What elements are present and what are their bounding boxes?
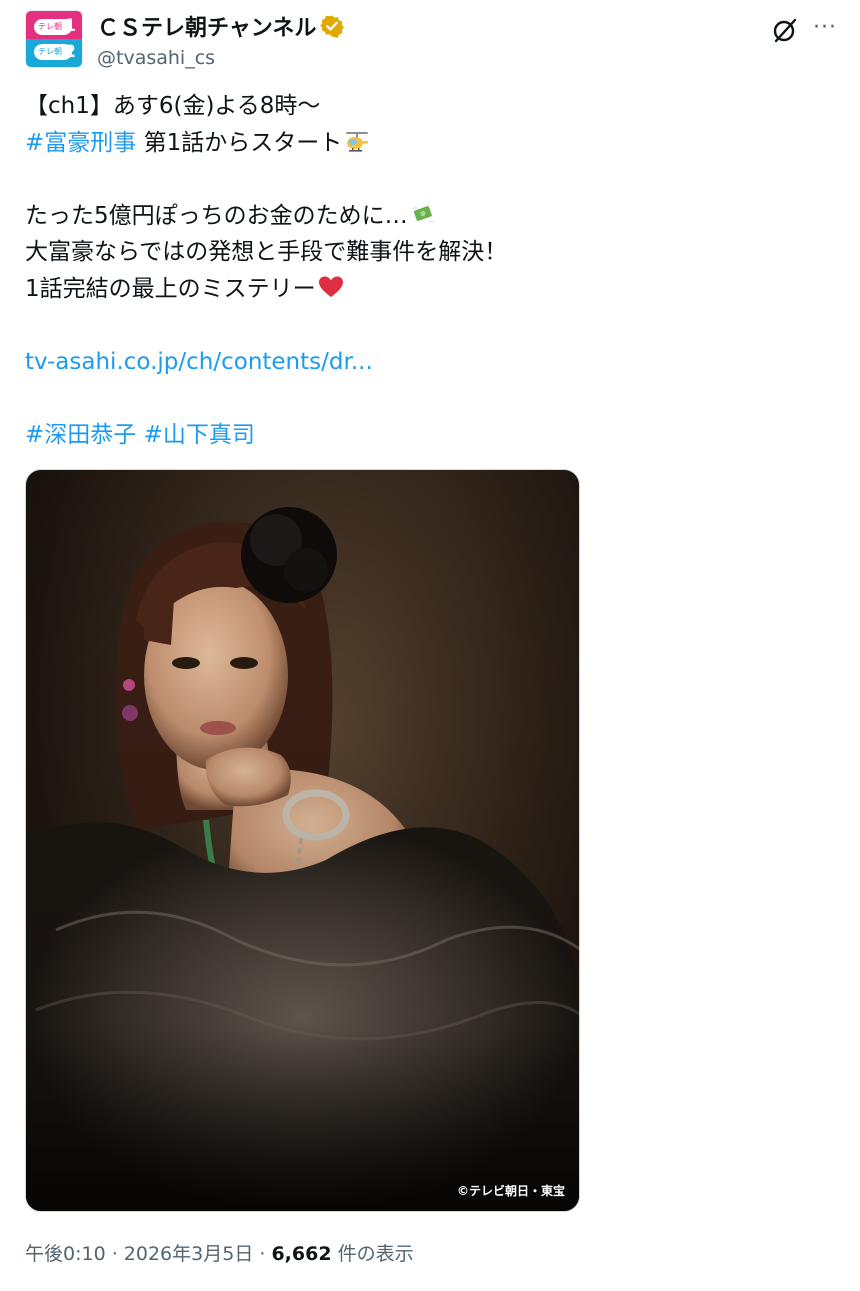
- display-name[interactable]: ＣＳテレ朝チャンネル: [97, 16, 316, 41]
- tweet-text: 【ch1】あす6(金)よる8時～ #富豪刑事 第1話からスタート たった5億円ぽ…: [25, 88, 825, 453]
- avatar-number-1: 1: [64, 16, 76, 36]
- tweet-line-5-text: 1話完結の最上のミステリー: [25, 275, 316, 302]
- helicopter-emoji-icon: [346, 131, 369, 152]
- display-name-row[interactable]: ＣＳテレ朝チャンネル: [97, 14, 345, 43]
- avatar[interactable]: テレ朝 1 テレ朝 2: [25, 10, 83, 68]
- tweet-line-3: たった5億円ぽっちのお金のために…: [25, 198, 825, 235]
- tweet-line-3-text: たった5億円ぽっちのお金のために…: [25, 202, 408, 229]
- more-options-icon[interactable]: ···: [810, 16, 840, 46]
- views-label: 件の表示: [331, 1243, 414, 1265]
- tweet-detail: テレ朝 1 テレ朝 2 ＣＳテレ朝チャンネル @tvasahi_cs ··· 【…: [0, 0, 860, 1291]
- grok-icon[interactable]: [770, 16, 800, 46]
- tweet-line-5: 1話完結の最上のミステリー: [25, 271, 825, 308]
- tweet-line-4: 大富豪ならではの発想と手段で難事件を解決！: [25, 239, 508, 265]
- tweet-photo[interactable]: ©テレビ朝日・東宝: [25, 469, 580, 1212]
- meta-separator: ·: [253, 1243, 272, 1265]
- external-link[interactable]: tv-asahi.co.jp/ch/contents/dr...: [25, 349, 373, 375]
- verified-badge-icon[interactable]: [320, 14, 345, 38]
- post-time[interactable]: 午後0:10: [25, 1243, 106, 1265]
- hashtag-link[interactable]: #山下真司: [144, 422, 255, 448]
- hashtag-link[interactable]: #富豪刑事: [25, 130, 136, 156]
- tweet-header: テレ朝 1 テレ朝 2 ＣＳテレ朝チャンネル @tvasahi_cs ···: [25, 10, 840, 70]
- photo-copyright: ©テレビ朝日・東宝: [456, 1184, 565, 1198]
- tweet-line-2: #富豪刑事 第1話からスタート: [25, 125, 825, 162]
- photo-illustration: [26, 470, 579, 1211]
- avatar-number-2: 2: [64, 42, 76, 62]
- tweet-line-1: 【ch1】あす6(金)よる8時～: [25, 93, 321, 119]
- hashtag-line: #深田恭子 #山下真司: [25, 417, 825, 454]
- views-count[interactable]: 6,662: [271, 1243, 331, 1265]
- tweet-meta: 午後0:10 · 2026年3月5日 · 6,662 件の表示: [25, 1241, 414, 1267]
- tweet-link-line: tv-asahi.co.jp/ch/contents/dr...: [25, 344, 825, 381]
- red-heart-emoji-icon: [318, 276, 343, 297]
- meta-separator: ·: [105, 1243, 124, 1265]
- post-date[interactable]: 2026年3月5日: [124, 1243, 254, 1265]
- hashtag-link[interactable]: #深田恭子: [25, 422, 136, 448]
- tweet-line-2-text: 第1話からスタート: [136, 129, 343, 156]
- account-handle[interactable]: @tvasahi_cs: [97, 46, 215, 70]
- money-with-wings-emoji-icon: [411, 205, 435, 222]
